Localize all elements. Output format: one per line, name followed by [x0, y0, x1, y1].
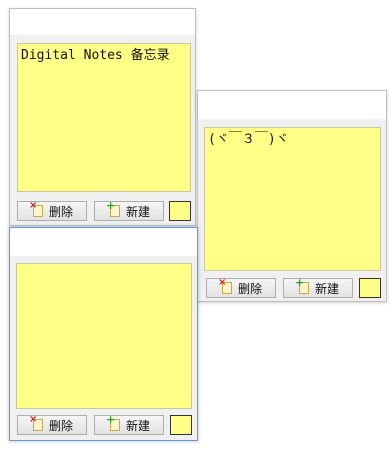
delete-button-label: 删除 [237, 281, 262, 296]
note-titlebar[interactable] [10, 9, 195, 35]
note-text-area[interactable]: (ヾ￣３￣)ヾ [204, 127, 381, 271]
sticky-note-3: × 删除 + 新建 [9, 227, 198, 441]
delete-button[interactable]: × 删除 [17, 201, 87, 221]
note-text-area[interactable]: Digital Notes 备忘录 [17, 43, 191, 192]
new-note-icon: + [106, 200, 122, 218]
note-text-area[interactable] [16, 263, 192, 409]
new-note-button[interactable]: + 新建 [283, 277, 353, 298]
color-picker-swatch[interactable] [359, 278, 381, 298]
new-note-button[interactable]: + 新建 [94, 414, 164, 435]
new-note-icon: + [295, 277, 311, 295]
color-picker-swatch[interactable] [170, 415, 192, 435]
delete-button[interactable]: × 删除 [17, 415, 87, 435]
sticky-note-2: (ヾ￣３￣)ヾ × 删除 + 新建 [197, 90, 387, 302]
sticky-note-1: Digital Notes 备忘录 × 删除 + 新建 [9, 8, 196, 226]
note-titlebar[interactable] [10, 228, 197, 256]
new-button-label: 新建 [125, 418, 150, 433]
delete-button-label: 删除 [48, 418, 73, 433]
delete-note-icon: × [29, 201, 45, 218]
new-button-label: 新建 [125, 204, 150, 219]
delete-button[interactable]: × 删除 [206, 278, 276, 298]
new-button-label: 新建 [314, 281, 339, 296]
color-picker-swatch[interactable] [169, 201, 191, 221]
new-note-button[interactable]: + 新建 [94, 200, 164, 221]
delete-button-label: 删除 [48, 204, 73, 219]
delete-note-icon: × [29, 415, 45, 432]
new-note-icon: + [106, 414, 122, 432]
note-titlebar[interactable] [198, 91, 386, 119]
delete-note-icon: × [218, 278, 234, 295]
